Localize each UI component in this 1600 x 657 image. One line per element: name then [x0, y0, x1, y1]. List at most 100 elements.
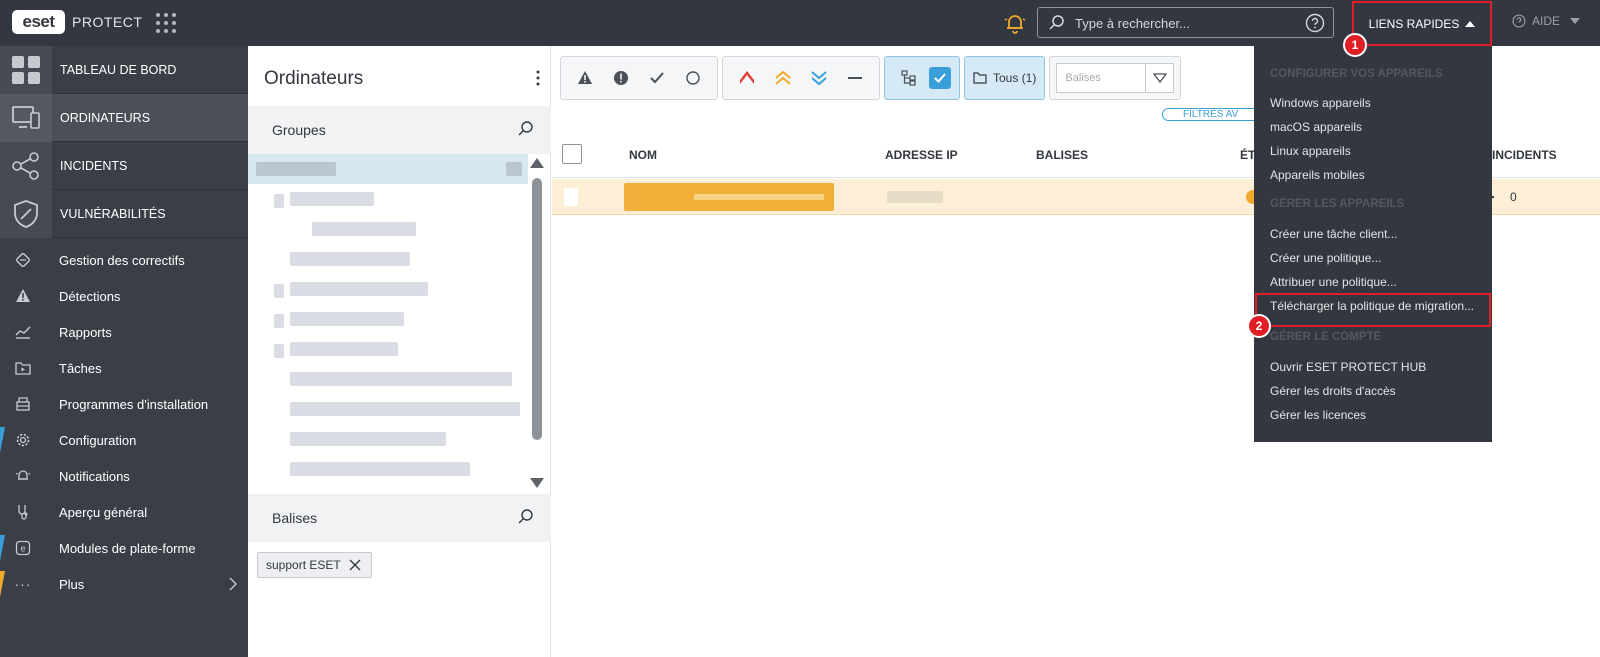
kebab-menu-icon[interactable] — [536, 70, 540, 86]
sidebar-item-platform-modules[interactable]: e Modules de plate-forme — [0, 530, 248, 566]
app-grid-icon[interactable] — [156, 13, 176, 33]
tree-item[interactable] — [290, 372, 512, 386]
search-icon[interactable] — [517, 508, 535, 526]
scroll-down-icon[interactable] — [530, 478, 544, 488]
tags-label: Balises — [272, 510, 318, 526]
link-assign-policy[interactable]: Attribuer une politique... — [1270, 275, 1397, 289]
subgroups-checkbox[interactable] — [929, 67, 951, 89]
section-title-manage-account: GÉRER LE COMPTE — [1270, 331, 1382, 343]
link-manage-access-rights[interactable]: Gérer les droits d'accès — [1270, 384, 1396, 398]
tree-item[interactable] — [256, 162, 336, 176]
tree-expander[interactable] — [274, 344, 284, 358]
search-icon[interactable] — [517, 120, 535, 138]
advanced-filters-button[interactable]: FILTRES AV — [1162, 108, 1262, 121]
filter-low-button[interactable] — [803, 62, 835, 94]
incidents-icon — [12, 151, 39, 180]
sidebar-item-more[interactable]: ··· Plus — [0, 566, 248, 602]
tree-item[interactable] — [290, 402, 520, 416]
quick-links-label: LIENS RAPIDES — [1368, 16, 1460, 31]
groups-section-header: Groupes — [248, 106, 551, 154]
groups-scrollbar[interactable] — [530, 158, 544, 488]
eset-logo[interactable]: eset — [12, 10, 65, 34]
column-header-ip[interactable]: ADRESSE IP — [885, 148, 958, 162]
link-manage-licenses[interactable]: Gérer les licences — [1270, 408, 1366, 422]
advanced-filters-label: FILTRES AV — [1183, 109, 1239, 120]
column-header-tags[interactable]: BALISES — [1036, 148, 1088, 162]
sidebar: TABLEAU DE BORD ORDINATEURS INCIDENTS VU… — [0, 45, 248, 657]
sidebar-item-patch-management[interactable]: Gestion des correctifs — [0, 242, 248, 278]
link-mobile-devices[interactable]: Appareils mobiles — [1270, 168, 1365, 182]
tag-chip-label: support ESET — [266, 558, 341, 572]
help-circle-icon[interactable] — [1305, 13, 1325, 33]
sidebar-item-computers[interactable]: ORDINATEURS — [0, 93, 248, 142]
select-all-checkbox[interactable] — [562, 144, 582, 164]
sidebar-item-tasks[interactable]: Tâches — [0, 350, 248, 386]
scroll-up-icon[interactable] — [530, 158, 544, 168]
column-header-incidents[interactable]: INCIDENTS — [1492, 148, 1557, 162]
computer-name-redacted[interactable] — [624, 183, 834, 211]
bell-icon[interactable] — [1003, 11, 1027, 35]
link-create-policy[interactable]: Créer une politique... — [1270, 251, 1381, 265]
search-box[interactable] — [1037, 7, 1334, 38]
tree-item[interactable] — [290, 282, 428, 296]
sidebar-item-label: Détections — [59, 288, 121, 304]
tree-item[interactable] — [290, 432, 446, 446]
column-header-name[interactable]: NOM — [629, 148, 657, 162]
tree-expander[interactable] — [274, 314, 284, 328]
tree-item[interactable] — [290, 312, 404, 326]
ip-address-redacted — [887, 191, 943, 203]
filter-medium-button[interactable] — [767, 62, 799, 94]
link-open-protect-hub[interactable]: Ouvrir ESET PROTECT HUB — [1270, 360, 1426, 374]
product-name: PROTECT — [72, 14, 143, 30]
tree-item[interactable] — [290, 342, 398, 356]
filter-error-button[interactable] — [605, 62, 637, 94]
sidebar-item-incidents[interactable]: INCIDENTS — [0, 141, 248, 190]
close-icon[interactable] — [349, 559, 361, 571]
filter-ok-button[interactable] — [641, 62, 673, 94]
sidebar-item-dashboard[interactable]: TABLEAU DE BORD — [0, 45, 248, 94]
scroll-thumb[interactable] — [532, 178, 542, 440]
tree-item[interactable] — [312, 222, 416, 236]
tags-section-header: Balises — [248, 494, 551, 542]
tree-item[interactable] — [290, 252, 410, 266]
link-create-client-task[interactable]: Créer une tâche client... — [1270, 227, 1397, 241]
link-windows-devices[interactable]: Windows appareils — [1270, 96, 1371, 110]
tree-item[interactable] — [290, 192, 374, 206]
tree-item-badge — [506, 162, 522, 176]
filter-info-button[interactable] — [839, 62, 871, 94]
sidebar-item-label: Configuration — [59, 432, 137, 448]
sidebar-item-detections[interactable]: Détections — [0, 278, 248, 314]
link-macos-devices[interactable]: macOS appareils — [1270, 120, 1362, 134]
search-input[interactable] — [1075, 14, 1295, 32]
sidebar-item-vulnerabilities[interactable]: VULNÉRABILITÉS — [0, 189, 248, 238]
more-icon: ··· — [14, 576, 32, 592]
sidebar-item-overview[interactable]: Aperçu général — [0, 494, 248, 530]
folder-icon — [973, 72, 987, 84]
priority-medium-icon — [775, 70, 791, 85]
quick-links-button[interactable]: LIENS RAPIDES — [1352, 1, 1492, 46]
sidebar-item-label: INCIDENTS — [60, 158, 128, 173]
row-checkbox[interactable] — [564, 188, 578, 206]
sidebar-item-installers[interactable]: Programmes d'installation — [0, 386, 248, 422]
tree-expander[interactable] — [274, 194, 284, 208]
help-label: AIDE — [1532, 14, 1561, 28]
svg-text:e: e — [20, 544, 25, 554]
tree-expander[interactable] — [274, 284, 284, 298]
subgroups-button[interactable] — [893, 62, 925, 94]
filter-high-button[interactable] — [731, 62, 763, 94]
tags-select[interactable]: Balises — [1056, 63, 1175, 93]
tag-chip[interactable]: support ESET — [257, 552, 372, 578]
installer-icon — [16, 397, 30, 411]
tags-dropdown-button[interactable] — [1145, 64, 1173, 92]
help-menu-button[interactable]: AIDE — [1512, 14, 1581, 28]
tree-item[interactable] — [290, 462, 470, 476]
filter-none-button[interactable] — [677, 62, 709, 94]
sidebar-item-reports[interactable]: Rapports — [0, 314, 248, 350]
tasks-icon — [15, 362, 31, 375]
filter-warning-button[interactable] — [569, 62, 601, 94]
sidebar-item-configuration[interactable]: Configuration — [0, 422, 248, 458]
all-filter-button[interactable]: Tous (1) — [964, 56, 1046, 100]
link-linux-devices[interactable]: Linux appareils — [1270, 144, 1351, 158]
sidebar-item-notifications[interactable]: Notifications — [0, 458, 248, 494]
warning-icon — [578, 71, 592, 84]
